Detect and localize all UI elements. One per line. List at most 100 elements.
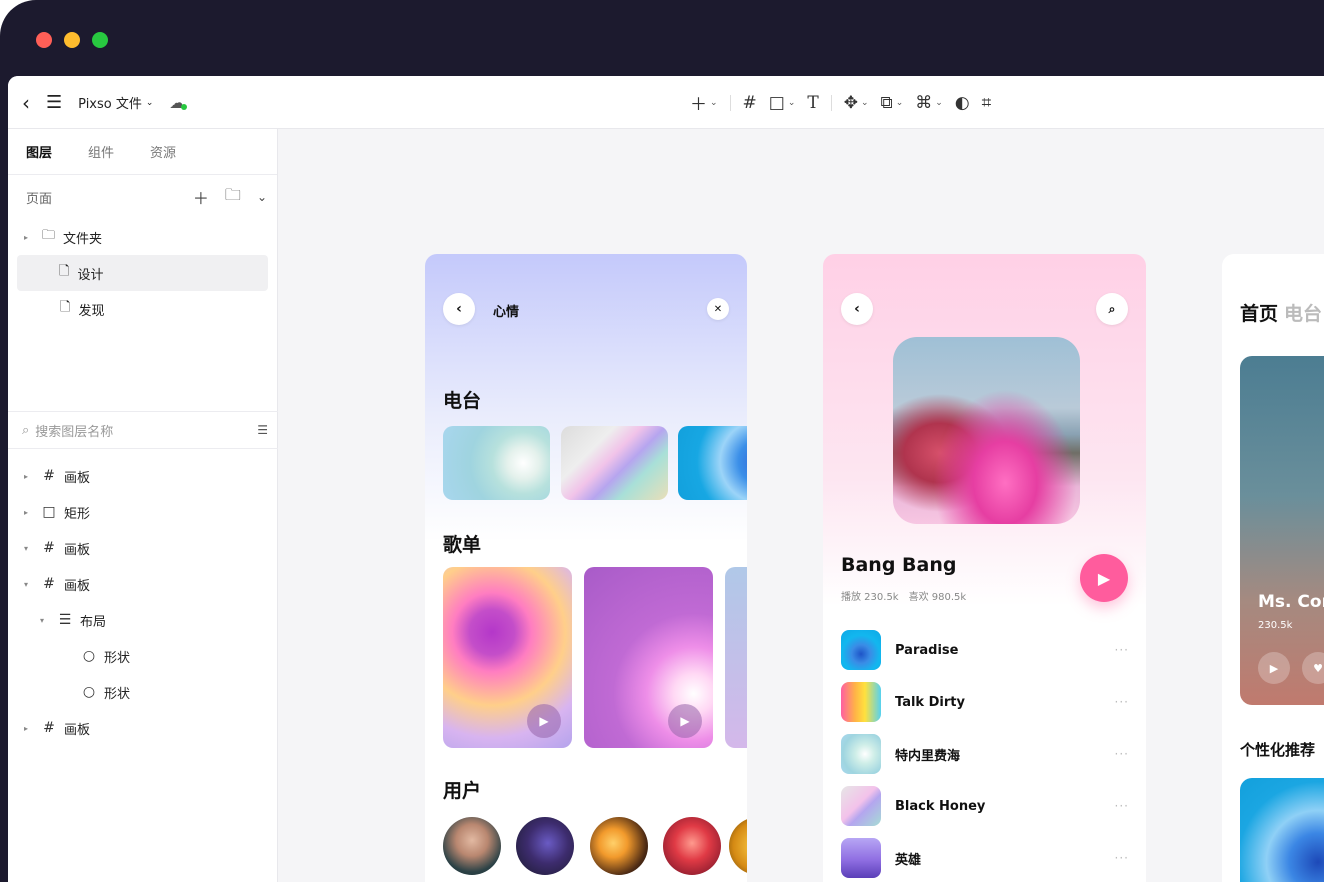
playlist-card[interactable]: ▶ (443, 567, 572, 748)
recommend-card[interactable] (1240, 778, 1324, 882)
chevron-down-icon: ⌄ (935, 97, 943, 108)
layer-item[interactable]: ▾ ☰ 布局 (8, 602, 278, 638)
frame-icon: # (43, 576, 55, 592)
frame-icon: # (742, 92, 757, 113)
boolean-icon: ⧉ (880, 92, 893, 113)
layer-search[interactable]: ⌕ 搜索图层名称 ☰ (8, 411, 278, 449)
caret-down-icon[interactable]: ▾ (24, 544, 34, 553)
player-artboard[interactable]: ‹ ⌕ Bang Bang 播放 230.5k 喜欢 980.5k ▶ Para… (823, 254, 1146, 882)
search-button[interactable]: ⌕ (1096, 293, 1128, 325)
layer-label: 矩形 (64, 506, 91, 522)
page-item-design[interactable]: 🗋 设计 (17, 255, 268, 291)
track-row[interactable]: Talk Dirty ··· (841, 682, 1129, 722)
rectangle-tool[interactable]: □ ⌄ (769, 93, 796, 113)
more-icon[interactable]: ··· (1115, 747, 1129, 761)
text-tool[interactable]: T (807, 93, 818, 113)
radio-thumb[interactable] (443, 426, 550, 500)
mask-tool[interactable]: ◐ (955, 93, 970, 113)
play-icon[interactable]: ▶ (668, 704, 702, 738)
track-row[interactable]: 特内里费海 ··· (841, 734, 1129, 774)
page-icon: 🗋 (59, 264, 70, 279)
avatar[interactable] (729, 817, 747, 875)
search-input[interactable]: 搜索图层名称 (35, 421, 251, 440)
frame-tool[interactable]: # (743, 93, 757, 113)
avatar[interactable] (443, 817, 501, 875)
track-row[interactable]: 英雄 ··· (841, 838, 1129, 878)
add-tool[interactable]: ＋ ⌄ (690, 90, 718, 115)
back-icon[interactable]: ‹ (22, 91, 30, 115)
tab-radio[interactable]: 电台 (1284, 303, 1322, 325)
back-button[interactable]: ‹ (841, 293, 873, 325)
filter-icon[interactable]: ☰ (257, 423, 268, 437)
playlist-card[interactable] (725, 567, 747, 748)
editor: ‹ ☰ Pixso 文件 ⌄ ☁ ＋ ⌄ # □ ⌄ T ✥ ⌄ ⧉ ⌄ ⌘ ⌄ ◐ ⌗ (8, 76, 1324, 882)
menu-icon[interactable]: ☰ (46, 92, 62, 113)
layer-item[interactable]: ▸ □ 矩形 (8, 494, 278, 530)
chevron-down-icon[interactable]: ⌄ (257, 190, 267, 204)
play-icon[interactable]: ▶ (527, 704, 561, 738)
track-name: 特内里费海 (895, 748, 961, 764)
caret-down-icon[interactable]: ▾ (24, 580, 34, 589)
search-icon: ⌕ (1108, 301, 1116, 316)
move-tool[interactable]: ✥ ⌄ (844, 93, 869, 113)
home-artboard[interactable]: 首页 电台 Ms. Cor 230.5k ▶ ♥ 个性化推荐 (1222, 254, 1324, 882)
track-cover (841, 838, 881, 878)
layer-item[interactable]: ○ 形状 (8, 638, 278, 674)
layer-item[interactable]: ○ 形状 (8, 674, 278, 710)
frame-icon: # (43, 720, 55, 736)
track-cover (841, 734, 881, 774)
maximize-window-button[interactable] (92, 32, 108, 48)
folder-icon[interactable]: 🗀 (225, 184, 241, 211)
component-tool[interactable]: ⌘ ⌄ (915, 93, 943, 113)
playlist-card[interactable]: ▶ (584, 567, 713, 748)
play-button[interactable]: ▶ (1080, 554, 1128, 602)
boolean-tool[interactable]: ⧉ ⌄ (881, 93, 904, 113)
caret-right-icon[interactable]: ▸ (24, 472, 34, 481)
chevron-down-icon: ⌄ (861, 97, 869, 108)
file-menu-button[interactable]: Pixso 文件 ⌄ (78, 93, 153, 112)
play-icon: ▶ (1097, 568, 1111, 588)
mood-artboard[interactable]: ‹ 心情 ✕ 电台 歌单 ▶ ▶ 用户 (425, 254, 747, 882)
tab-home[interactable]: 首页 (1240, 303, 1278, 325)
hero-banner[interactable]: Ms. Cor 230.5k ▶ ♥ (1240, 356, 1324, 705)
heart-icon[interactable]: ♥ (1302, 652, 1324, 684)
back-button[interactable]: ‹ (443, 293, 475, 325)
close-button[interactable]: ✕ (707, 298, 729, 320)
panel-tabs: 图层 组件 资源 (8, 129, 277, 175)
tab-components[interactable]: 组件 (88, 142, 114, 161)
layer-item[interactable]: ▸ # 画板 (8, 710, 278, 746)
caret-right-icon[interactable]: ▸ (24, 508, 34, 517)
avatar[interactable] (516, 817, 574, 875)
caret-down-icon[interactable]: ▾ (40, 616, 50, 625)
more-icon[interactable]: ··· (1115, 851, 1129, 865)
track-row[interactable]: Paradise ··· (841, 630, 1129, 670)
more-icon[interactable]: ··· (1115, 799, 1129, 813)
radio-thumb[interactable] (678, 426, 747, 500)
track-row[interactable]: Black Honey ··· (841, 786, 1129, 826)
tab-layers[interactable]: 图层 (26, 142, 52, 161)
radio-thumb[interactable] (561, 426, 668, 500)
more-icon[interactable]: ··· (1115, 643, 1129, 657)
caret-right-icon[interactable]: ▸ (24, 724, 34, 733)
page-label: 设计 (77, 267, 104, 283)
layer-item[interactable]: ▾ # 画板 (8, 530, 278, 566)
avatar[interactable] (590, 817, 648, 875)
caret-right-icon[interactable]: ▸ (24, 233, 34, 242)
layer-label: 形状 (104, 686, 131, 702)
tab-assets[interactable]: 资源 (150, 142, 176, 161)
window-controls (36, 32, 108, 48)
avatar[interactable] (663, 817, 721, 875)
page-item-discover[interactable]: 🗋 发现 (8, 291, 277, 327)
play-icon[interactable]: ▶ (1258, 652, 1290, 684)
more-icon[interactable]: ··· (1115, 695, 1129, 709)
page-item-folder[interactable]: ▸ 🗀 文件夹 (8, 219, 277, 255)
add-page-icon[interactable]: ＋ (193, 185, 209, 209)
close-window-button[interactable] (36, 32, 52, 48)
layer-item[interactable]: ▾ # 画板 (8, 566, 278, 602)
crop-tool[interactable]: ⌗ (982, 93, 992, 113)
minimize-window-button[interactable] (64, 32, 80, 48)
design-canvas[interactable]: ‹ 心情 ✕ 电台 歌单 ▶ ▶ 用户 ‹ ⌕ Bang Bang 播放 230… (278, 129, 1324, 882)
layer-item[interactable]: ▸ # 画板 (8, 458, 278, 494)
text-icon: T (807, 92, 819, 113)
layout-icon: ☰ (58, 612, 72, 628)
